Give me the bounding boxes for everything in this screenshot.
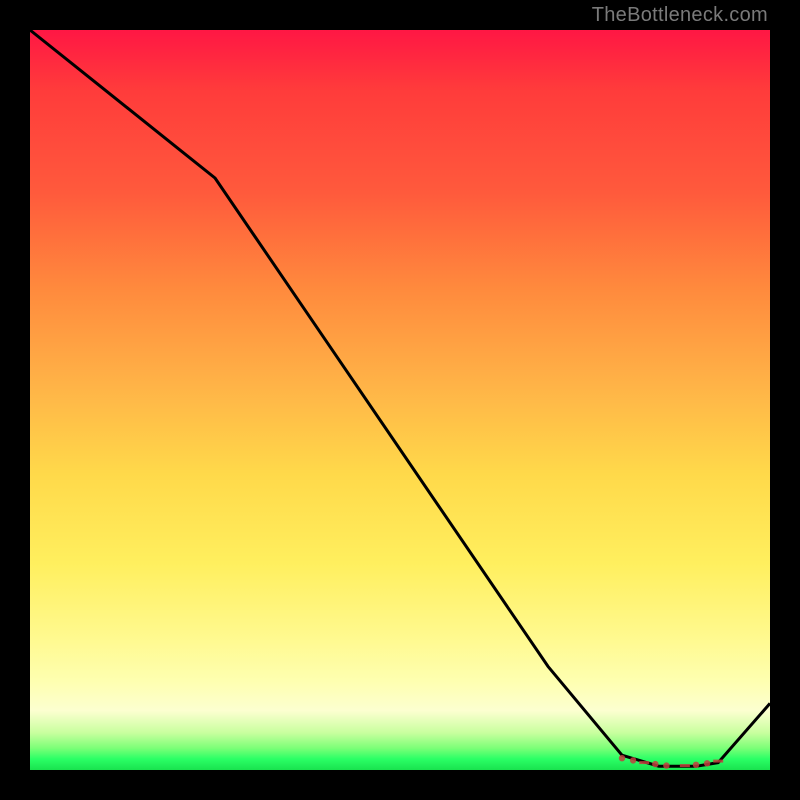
- feature-dot: [630, 757, 636, 763]
- chart-container: TheBottleneck.com: [0, 0, 800, 800]
- feature-dot: [693, 762, 699, 768]
- feature-dot: [704, 760, 710, 766]
- chart-overlay: [30, 30, 770, 770]
- feature-dot: [663, 762, 669, 768]
- feature-dot: [619, 755, 625, 761]
- watermark-text: TheBottleneck.com: [592, 4, 768, 27]
- data-line: [30, 30, 770, 766]
- feature-dot: [652, 761, 658, 767]
